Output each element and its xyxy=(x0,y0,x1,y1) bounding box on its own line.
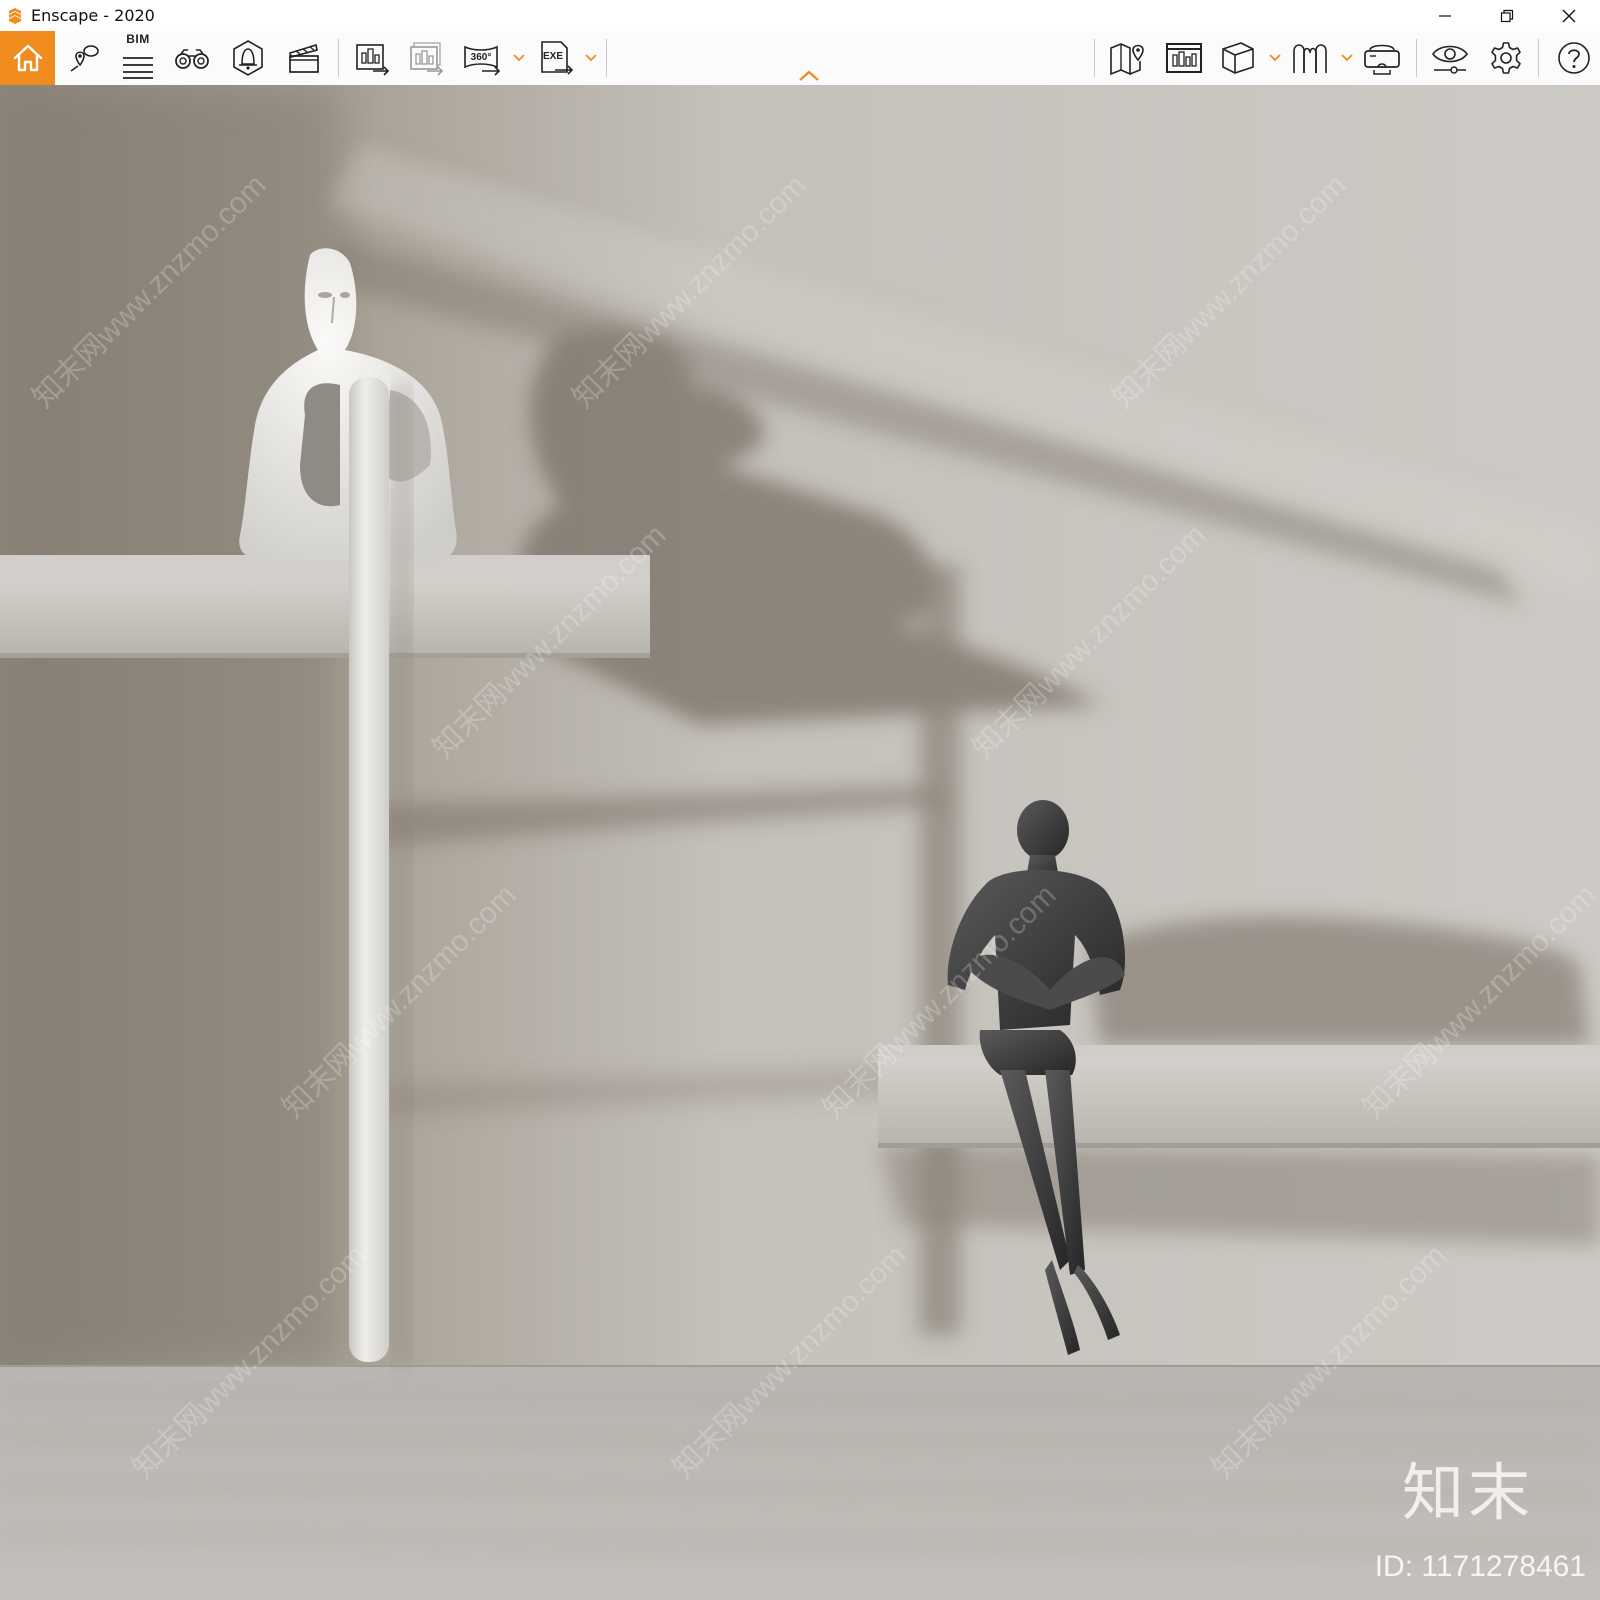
batch-render-button[interactable] xyxy=(400,31,452,85)
binoculars-button[interactable] xyxy=(166,31,218,85)
panorama-dropdown[interactable] xyxy=(512,31,526,85)
vr-mode-icon xyxy=(1364,44,1400,75)
title-bar: Enscape - 2020 xyxy=(0,0,1600,31)
vr-headset-icon xyxy=(1293,44,1327,73)
toolbar-separator xyxy=(1416,39,1417,77)
restore-icon xyxy=(1500,9,1514,22)
chevron-up-icon xyxy=(799,70,819,81)
home-button[interactable] xyxy=(0,31,55,85)
atmosphere-button[interactable] xyxy=(222,31,274,85)
exe-dropdown[interactable] xyxy=(584,31,598,85)
exe-export-icon: EXE xyxy=(541,41,574,75)
window-title: Enscape - 2020 xyxy=(31,6,155,25)
views-icon xyxy=(70,45,99,72)
chevron-down-icon xyxy=(1341,54,1353,62)
toolbar-separator xyxy=(606,39,607,77)
orthographic-icon xyxy=(1222,42,1254,74)
render-export-icon xyxy=(356,44,390,76)
vr-mode-button[interactable] xyxy=(1356,31,1408,85)
map-button[interactable] xyxy=(1102,31,1154,85)
white-pole xyxy=(349,377,389,1362)
chevron-down-icon xyxy=(513,54,525,62)
render-export-button[interactable] xyxy=(346,31,398,85)
video-editor-button[interactable] xyxy=(278,31,330,85)
render-viewport[interactable]: 知末网www.znzmo.com 知末网www.znzmo.com 知末网www… xyxy=(0,85,1600,1600)
close-icon xyxy=(1562,9,1576,22)
chevron-down-icon xyxy=(585,54,597,62)
orthographic-dropdown[interactable] xyxy=(1268,31,1282,85)
bim-icon xyxy=(123,57,153,79)
atmosphere-icon xyxy=(233,40,263,76)
help-button[interactable] xyxy=(1548,31,1600,85)
batch-render-icon xyxy=(410,42,444,76)
video-editor-icon xyxy=(289,43,319,73)
toolbar-separator xyxy=(338,39,339,77)
vr-headset-dropdown[interactable] xyxy=(1340,31,1354,85)
restore-button[interactable] xyxy=(1476,0,1538,31)
orthographic-button[interactable] xyxy=(1212,31,1264,85)
main-toolbar: BIM 360° EXE xyxy=(0,31,1600,86)
bim-button[interactable]: BIM xyxy=(112,31,164,85)
panorama-label: 360° xyxy=(471,52,492,63)
toolbar-separator xyxy=(1538,39,1539,77)
help-icon xyxy=(1558,42,1590,74)
settings-button[interactable] xyxy=(1480,31,1532,85)
asset-library-button[interactable] xyxy=(1158,31,1210,85)
watermark-id: ID: 1171278461 xyxy=(1374,1550,1586,1583)
bim-label: BIM xyxy=(126,32,150,46)
views-button[interactable] xyxy=(58,31,110,85)
minimize-button[interactable] xyxy=(1414,0,1476,31)
chevron-down-icon xyxy=(1269,54,1281,62)
close-button[interactable] xyxy=(1538,0,1600,31)
asset-library-icon xyxy=(1166,43,1202,73)
collapse-toolbar-button[interactable] xyxy=(795,65,823,85)
visual-settings-icon xyxy=(1432,45,1468,74)
settings-icon xyxy=(1491,42,1521,74)
enscape-logo-icon xyxy=(5,6,25,26)
vr-headset-button[interactable] xyxy=(1284,31,1336,85)
binoculars-icon xyxy=(175,49,209,69)
map-icon xyxy=(1110,43,1144,76)
panorama-360-button[interactable]: 360° xyxy=(456,31,508,85)
pole-shadow xyxy=(392,385,412,1365)
visual-settings-button[interactable] xyxy=(1424,31,1476,85)
exe-export-button[interactable]: EXE xyxy=(530,31,582,85)
toolbar-separator xyxy=(1094,39,1095,77)
minimize-icon xyxy=(1439,14,1451,17)
lower-shelf xyxy=(878,1045,1600,1148)
panorama-360-icon: 360° xyxy=(464,45,501,76)
watermark-brand: 知末 xyxy=(1401,1456,1534,1529)
home-icon xyxy=(13,44,42,72)
exe-label: EXE xyxy=(543,51,563,62)
